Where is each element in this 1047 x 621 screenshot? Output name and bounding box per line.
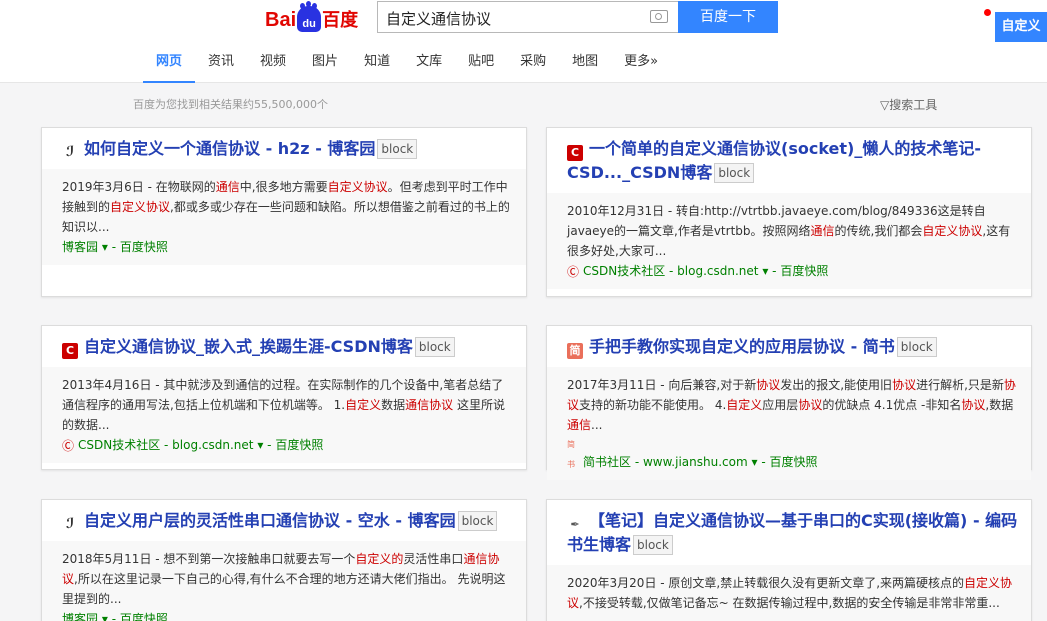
search-tools[interactable]: ▽搜索工具: [880, 96, 937, 113]
baidu-logo[interactable]: Bai du 百度: [265, 3, 359, 32]
block-button[interactable]: block: [414, 337, 455, 357]
search-query[interactable]: 自定义通信协议: [386, 8, 491, 29]
result-source[interactable]: 博客园 ▾ - 百度快照: [62, 609, 514, 621]
result-abstract: 2020年3月20日 - 原创文章,禁止转载很久没有更新文章了,来两篇硬核点的自…: [567, 576, 1013, 610]
tab-zhidao[interactable]: 知道: [351, 50, 403, 83]
nav-tabs: 网页 资讯 视频 图片 知道 文库 贴吧 采购 地图 更多»: [143, 50, 671, 83]
result-card: C 一个简单的自定义通信协议(socket)_懒人的技术笔记-CSD..._CSD…: [546, 127, 1032, 297]
paw-icon: du: [297, 3, 322, 32]
result-title[interactable]: ✒ 【笔记】自定义通信协议—基于串口的C实现(接收篇) - 编码书生博客 block: [567, 509, 1019, 557]
tab-web[interactable]: 网页: [143, 50, 196, 83]
chevron-down-icon: ▾: [101, 612, 108, 621]
cnblogs-icon: ℐ: [65, 516, 75, 532]
notification-dot: [984, 9, 991, 16]
feather-icon: ✒: [570, 518, 580, 531]
result-title[interactable]: C 一个简单的自定义通信协议(socket)_懒人的技术笔记-CSD..._CSD…: [567, 137, 1019, 185]
search-input[interactable]: 自定义通信协议: [377, 1, 678, 33]
tab-tieba[interactable]: 贴吧: [455, 50, 507, 83]
cnblogs-icon: ℐ: [65, 144, 75, 160]
chevron-down-icon: ▾: [751, 455, 758, 469]
snapshot-link[interactable]: 百度快照: [780, 264, 828, 278]
snapshot-link[interactable]: 百度快照: [769, 455, 817, 469]
result-source[interactable]: 博客园 ▾ - 百度快照: [62, 237, 514, 257]
camera-icon[interactable]: [650, 10, 668, 23]
tab-video[interactable]: 视频: [247, 50, 299, 83]
tab-images[interactable]: 图片: [299, 50, 351, 83]
result-source[interactable]: Ⓒ CSDN技术社区 - blog.csdn.net ▾ - 百度快照: [62, 435, 514, 455]
search-button[interactable]: 百度一下: [678, 1, 778, 33]
csdn-icon: C: [567, 145, 583, 161]
logo-text-bai: Bai: [265, 9, 297, 31]
csdn-small-icon: Ⓒ: [567, 265, 580, 279]
result-abstract: 2010年12月31日 - 转自:http://vtrtbb.javaeye.c…: [567, 204, 1011, 258]
result-card: ✒ 【笔记】自定义通信协议—基于串口的C实现(接收篇) - 编码书生博客 block…: [546, 499, 1032, 621]
block-button[interactable]: block: [896, 337, 937, 357]
result-title[interactable]: C 自定义通信协议_嵌入式_挨踢生涯-CSDN博客 block: [62, 335, 514, 359]
logo-text-cn: 百度: [322, 10, 359, 30]
snapshot-link[interactable]: 百度快照: [120, 612, 168, 621]
result-abstract: 2013年4月16日 - 其中就涉及到通信的过程。在实际制作的几个设备中,笔者总…: [62, 378, 505, 432]
block-button[interactable]: block: [714, 163, 755, 183]
tab-wenku[interactable]: 文库: [403, 50, 455, 83]
csdn-small-icon: Ⓒ: [62, 439, 75, 453]
result-abstract: 2019年3月6日 - 在物联网的通信中,很多地方需要自定义协议。但考虑到平时工…: [62, 180, 510, 234]
tab-caigou[interactable]: 采购: [507, 50, 559, 83]
filter-icon: ▽: [880, 98, 890, 112]
chevron-down-icon: ▾: [101, 240, 108, 254]
result-title[interactable]: ℐ 自定义用户层的灵活性串口通信协议 - 空水 - 博客园 block: [62, 509, 514, 533]
top-bar: Bai du 百度 自定义通信协议 百度一下 网页 资讯 视频 图片 知道 文库…: [0, 0, 1047, 83]
tab-more[interactable]: 更多»: [611, 50, 671, 83]
tab-news[interactable]: 资讯: [195, 50, 247, 83]
result-card: ℐ 如何自定义一个通信协议 - h2z - 博客园 block 2019年3月6日 …: [41, 127, 527, 297]
result-count: 百度为您找到相关结果约55,500,000个: [133, 98, 328, 111]
result-card: 简手把手教你实现自定义的应用层协议 - 简书 block 2017年3月11日 -…: [546, 325, 1032, 480]
result-card: ℐ 自定义用户层的灵活性串口通信协议 - 空水 - 博客园 block 2018年5…: [41, 499, 527, 621]
result-title[interactable]: 简手把手教你实现自定义的应用层协议 - 简书 block: [567, 335, 1019, 359]
snapshot-link[interactable]: 百度快照: [275, 438, 323, 452]
result-card: C 自定义通信协议_嵌入式_挨踢生涯-CSDN博客 block 2013年4月16日…: [41, 325, 527, 470]
result-abstract: 2017年3月11日 - 向后兼容,对于新协议发出的报文,能使用旧协议进行解析,…: [567, 378, 1016, 432]
result-abstract: 2018年5月11日 - 想不到第一次接触串口就要去写一个自定义的灵活性串口通信…: [62, 552, 506, 606]
result-source[interactable]: Ⓒ CSDN技术社区 - blog.csdn.net ▾ - 百度快照: [567, 261, 1019, 281]
result-title[interactable]: ℐ 如何自定义一个通信协议 - h2z - 博客园 block: [62, 137, 514, 161]
block-button[interactable]: block: [457, 511, 498, 531]
snapshot-link[interactable]: 百度快照: [120, 240, 168, 254]
result-source[interactable]: 简书 简书社区 - www.jianshu.com ▾ - 百度快照: [567, 435, 1019, 472]
csdn-icon: C: [62, 343, 78, 359]
block-button[interactable]: block: [633, 535, 673, 555]
chevron-down-icon: ▾: [762, 264, 769, 278]
block-button[interactable]: block: [377, 139, 418, 159]
tab-map[interactable]: 地图: [559, 50, 611, 83]
chevron-down-icon: ▾: [257, 438, 264, 452]
jianshu-icon: 简: [567, 343, 583, 359]
custom-button[interactable]: 自定义: [995, 12, 1047, 42]
jianshu-small-icon: 简书: [567, 440, 575, 469]
